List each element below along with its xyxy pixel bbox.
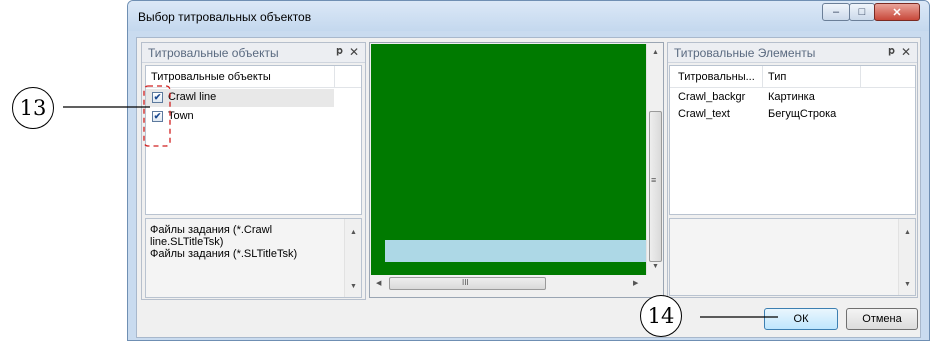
- callout-14-badge: 14: [640, 295, 682, 337]
- callout-13-badge: 13: [12, 87, 54, 129]
- highlight-dashed-box: [143, 85, 171, 147]
- annotation-overlay: [63, 85, 778, 318]
